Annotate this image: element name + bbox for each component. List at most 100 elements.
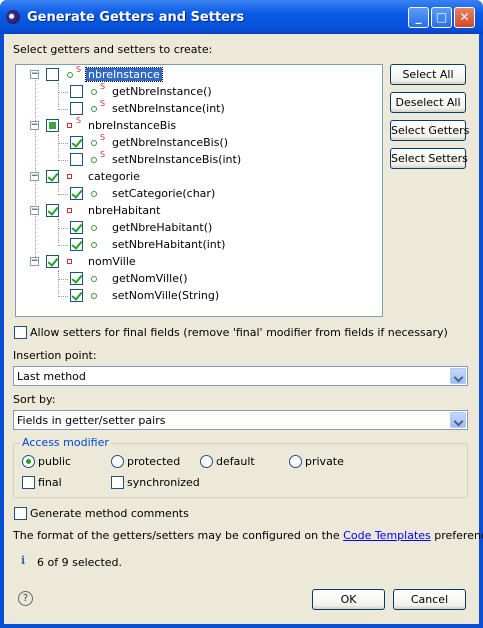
node-checkbox[interactable] [70, 289, 83, 302]
tree-line [58, 143, 68, 144]
node-checkbox[interactable] [46, 255, 59, 268]
tree-node[interactable]: − nomVille [30, 254, 370, 270]
tree-node-label: getNbreHabitant() [112, 221, 213, 234]
static-icon: S [100, 133, 106, 142]
node-checkbox[interactable] [46, 68, 59, 81]
select-all-button[interactable]: Select All [390, 64, 466, 85]
tree-node[interactable]: − nbreHabitant [30, 203, 370, 219]
footer-text-after: preference page. [434, 529, 483, 542]
footer-text-before: The format of the getters/setters may be… [13, 529, 340, 542]
sort-by-label: Sort by: [13, 393, 56, 406]
static-icon: S [100, 82, 106, 91]
help-icon[interactable]: ? [18, 591, 33, 606]
method-icon [91, 276, 97, 282]
tree-node-label: setNomVille(String) [112, 289, 220, 302]
tree-node[interactable]: S getNbreInstance() [30, 82, 370, 100]
tree-node[interactable]: − categorie [30, 169, 370, 185]
tree-line [58, 228, 68, 229]
instructions-label: Select getters and setters to create: [13, 43, 213, 56]
tree-line [58, 279, 68, 280]
node-checkbox[interactable] [70, 187, 83, 200]
node-checkbox[interactable] [70, 102, 83, 115]
method-icon [91, 191, 97, 197]
tree-node[interactable]: S getNbreInstanceBis() [30, 133, 370, 151]
method-icon [91, 140, 97, 146]
field-icon [67, 72, 73, 78]
title-bar[interactable]: Generate Getters and Setters _ □ ✕ [0, 0, 483, 34]
final-label: final [38, 476, 62, 489]
node-checkbox[interactable] [46, 204, 59, 217]
maximize-button[interactable]: □ [431, 7, 452, 28]
sort-by-select[interactable]: Fields in getter/setter pairs [13, 410, 468, 430]
tree-line [58, 109, 68, 110]
collapse-toggle[interactable]: − [30, 206, 39, 215]
sort-by-value: Fields in getter/setter pairs [17, 414, 166, 427]
method-icon [91, 293, 97, 299]
tree-node-label: categorie [88, 170, 140, 183]
collapse-toggle[interactable]: − [30, 172, 39, 181]
ok-button[interactable]: OK [312, 589, 385, 610]
select-getters-button[interactable]: Select Getters [390, 120, 469, 141]
synchronized-checkbox[interactable] [111, 476, 124, 489]
window-title: Generate Getters and Setters [27, 10, 245, 25]
tree-node-label: nbreInstance [85, 67, 163, 82]
code-templates-link[interactable]: Code Templates [343, 529, 431, 542]
tree-node[interactable]: − S nbreInstance [30, 65, 370, 83]
footer-note: The format of the getters/setters may be… [13, 529, 483, 542]
tree-node-label: nomVille [88, 255, 136, 268]
protected-radio[interactable] [111, 455, 124, 468]
node-checkbox[interactable] [46, 170, 59, 183]
node-checkbox[interactable] [70, 85, 83, 98]
node-checkbox[interactable] [46, 119, 59, 132]
select-setters-button[interactable]: Select Setters [390, 148, 468, 169]
close-button[interactable]: ✕ [454, 7, 475, 28]
tree-node[interactable]: setCategorie(char) [30, 186, 370, 202]
public-radio[interactable] [22, 455, 35, 468]
node-checkbox[interactable] [70, 136, 83, 149]
access-modifier-title: Access modifier [20, 436, 111, 449]
insertion-point-select[interactable]: Last method [13, 366, 468, 386]
default-radio[interactable] [200, 455, 213, 468]
private-radio[interactable] [289, 455, 302, 468]
node-checkbox[interactable] [70, 221, 83, 234]
eclipse-icon [6, 10, 20, 24]
tree-node[interactable]: − S nbreInstanceBis [30, 116, 370, 134]
tree-line [58, 245, 68, 246]
tree-line [58, 92, 68, 93]
insertion-point-label: Insertion point: [13, 349, 97, 362]
node-checkbox[interactable] [70, 238, 83, 251]
collapse-toggle[interactable]: − [30, 121, 39, 130]
tree-node-label: nbreHabitant [88, 204, 161, 217]
tree-node-label: setNbreInstance(int) [112, 102, 225, 115]
collapse-toggle[interactable]: − [30, 70, 39, 79]
allow-setters-final-checkbox[interactable] [14, 326, 27, 339]
tree-node[interactable]: S setNbreInstance(int) [30, 99, 370, 117]
dialog-body: Select getters and setters to create: − … [4, 34, 483, 624]
insertion-point-value: Last method [17, 370, 86, 383]
generate-comments-checkbox[interactable] [14, 507, 27, 520]
tree-node-label: setNbreHabitant(int) [112, 238, 226, 251]
tree-node-label: setNbreInstanceBis(int) [112, 153, 242, 166]
node-checkbox[interactable] [70, 153, 83, 166]
chevron-down-icon[interactable] [450, 412, 466, 428]
cancel-button[interactable]: Cancel [393, 589, 466, 610]
tree-node[interactable]: S setNbreInstanceBis(int) [30, 150, 370, 168]
members-tree[interactable]: − S nbreInstance S getNbreInstance() S s… [15, 64, 383, 317]
minimize-button[interactable]: _ [408, 7, 429, 28]
method-icon [91, 242, 97, 248]
collapse-toggle[interactable]: − [30, 257, 39, 266]
field-private-icon [67, 208, 72, 213]
deselect-all-button[interactable]: Deselect All [390, 92, 466, 113]
chevron-down-icon[interactable] [450, 368, 466, 384]
method-icon [91, 157, 97, 163]
method-icon [91, 89, 97, 95]
method-icon [91, 225, 97, 231]
tree-node-label: nbreInstanceBis [88, 119, 177, 132]
tree-node[interactable]: getNomVille() [30, 271, 370, 287]
node-checkbox[interactable] [70, 272, 83, 285]
tree-node[interactable]: setNbreHabitant(int) [30, 237, 370, 253]
final-checkbox[interactable] [22, 476, 35, 489]
tree-node[interactable]: setNomVille(String) [30, 288, 370, 304]
tree-node[interactable]: getNbreHabitant() [30, 220, 370, 236]
static-icon: S [100, 99, 106, 108]
